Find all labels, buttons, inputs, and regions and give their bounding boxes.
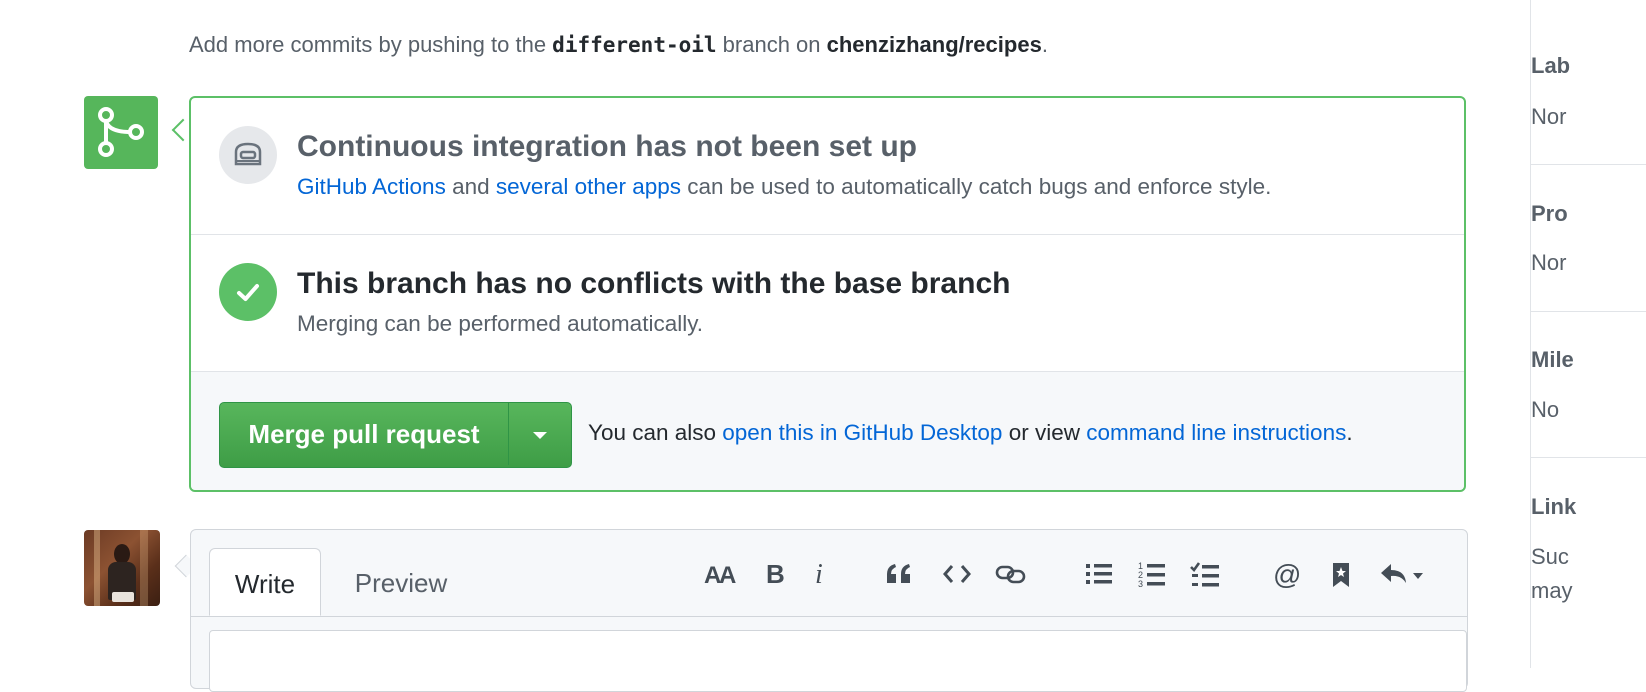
reference-icon[interactable] xyxy=(1321,554,1361,594)
svg-text:3: 3 xyxy=(1138,579,1143,589)
comment-textarea[interactable] xyxy=(209,630,1467,692)
hint-prefix: Add more commits by pushing to the xyxy=(189,32,553,57)
ci-rest: can be used to automatically catch bugs … xyxy=(680,174,1272,199)
git-merge-icon xyxy=(98,107,144,157)
italic-icon[interactable]: i xyxy=(803,554,837,594)
hint-middle: branch on xyxy=(716,32,827,57)
alt-middle: or view xyxy=(1002,420,1087,445)
sidebar-divider xyxy=(1531,311,1646,312)
sidebar-milestone-value: No xyxy=(1531,397,1560,422)
ci-section: Continuous integration has not been set … xyxy=(191,98,1464,235)
sidebar-divider xyxy=(1531,457,1646,458)
merge-section: Merge pull request You can also open thi… xyxy=(191,372,1464,490)
merge-pull-request-button[interactable]: Merge pull request xyxy=(220,403,508,465)
command-line-instructions-link[interactable]: command line instructions xyxy=(1086,420,1346,445)
check-icon xyxy=(237,284,259,301)
other-apps-link[interactable]: several other apps xyxy=(496,174,681,199)
branch-name: different-oil xyxy=(552,33,717,57)
conflicts-title: This branch has no conflicts with the ba… xyxy=(297,267,1011,300)
merge-button-group: Merge pull request xyxy=(219,402,572,468)
svg-text:A: A xyxy=(719,562,736,587)
conflicts-description: Merging can be performed automatically. xyxy=(297,311,704,336)
repo-name: chenzizhang/recipes xyxy=(826,32,1042,57)
ci-description: GitHub Actions and several other apps ca… xyxy=(297,174,1271,200)
svg-text:B: B xyxy=(766,561,784,587)
sidebar-linked-issues-value-2: may xyxy=(1531,578,1573,603)
tab-preview[interactable]: Preview xyxy=(341,548,461,616)
ci-and: and xyxy=(445,174,496,199)
sidebar-linked-issues-title: Link xyxy=(1531,494,1577,519)
sidebar-projects-title[interactable]: Pro xyxy=(1531,201,1568,227)
comment-box: Write Preview AA B i 123 @ xyxy=(190,529,1468,692)
bulleted-list-icon[interactable] xyxy=(1079,554,1119,594)
sidebar-projects-value: Nor xyxy=(1531,250,1567,275)
merge-status-badge xyxy=(84,96,158,169)
open-in-desktop-link[interactable]: open this in GitHub Desktop xyxy=(722,420,1002,445)
ci-title: Continuous integration has not been set … xyxy=(297,130,917,163)
merge-box: Continuous integration has not been set … xyxy=(189,96,1466,492)
tab-write[interactable]: Write xyxy=(209,548,321,616)
hint-suffix: . xyxy=(1041,32,1048,57)
code-icon[interactable] xyxy=(937,554,977,594)
sidebar-linked-issues-value: Suc xyxy=(1531,544,1569,569)
svg-text:i: i xyxy=(815,561,823,587)
success-status-icon xyxy=(219,263,277,321)
comment-header: Write Preview AA B i 123 @ xyxy=(191,530,1467,617)
text-size-icon[interactable]: AA xyxy=(701,554,741,594)
reply-icon[interactable] xyxy=(1375,554,1431,594)
numbered-list-icon[interactable]: 123 xyxy=(1132,554,1172,594)
sidebar-divider xyxy=(1531,164,1646,165)
github-actions-link[interactable]: GitHub Actions xyxy=(297,174,446,199)
alt-prefix: You can also xyxy=(588,420,723,445)
sidebar-labels-value: Nor xyxy=(1531,104,1567,129)
sidebar-milestone-title[interactable]: Mile xyxy=(1531,347,1574,373)
quote-icon[interactable] xyxy=(879,554,919,594)
alt-suffix: . xyxy=(1346,420,1353,445)
sidebar-labels-title[interactable]: Lab xyxy=(1531,53,1570,79)
task-list-icon[interactable] xyxy=(1185,554,1225,594)
link-icon[interactable] xyxy=(991,554,1031,594)
bold-icon[interactable]: B xyxy=(756,554,792,594)
push-hint: Add more commits by pushing to the diffe… xyxy=(189,32,1048,58)
caret-down-icon xyxy=(533,432,547,439)
avatar[interactable] xyxy=(84,530,160,606)
merge-alternatives: You can also open this in GitHub Desktop… xyxy=(588,420,1353,446)
conflicts-section: This branch has no conflicts with the ba… xyxy=(191,235,1464,372)
sidebar: Lab Nor Pro Nor Mile No Link Suc may xyxy=(1530,0,1646,668)
ci-status-icon xyxy=(219,126,277,184)
robot-icon xyxy=(234,142,262,166)
svg-text:@: @ xyxy=(1273,561,1301,589)
mention-icon[interactable]: @ xyxy=(1267,554,1307,594)
merge-method-dropdown[interactable] xyxy=(508,403,571,465)
